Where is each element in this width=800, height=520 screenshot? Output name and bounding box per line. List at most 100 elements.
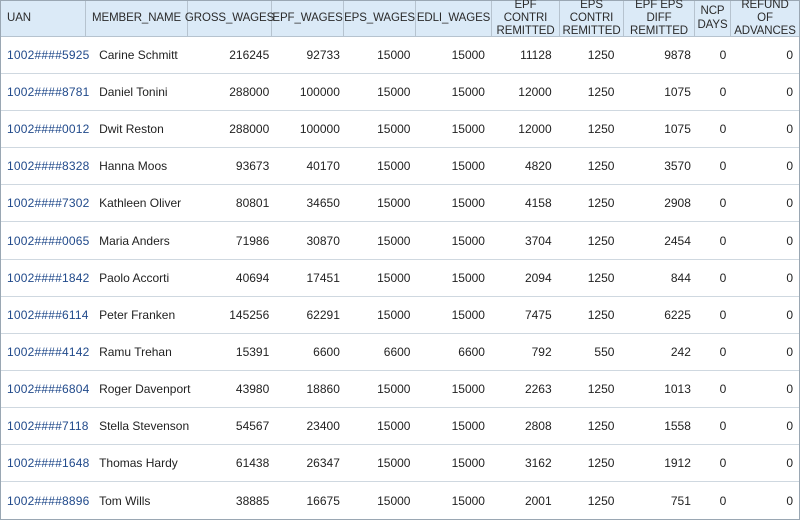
- value-cell: 0: [732, 308, 799, 322]
- value-cell: 15000: [346, 382, 417, 396]
- value-cell: 16675: [275, 494, 346, 508]
- uan-cell[interactable]: 1002####4142: [1, 345, 93, 359]
- table-row: 1002####7302Kathleen Oliver8080134650150…: [1, 185, 799, 222]
- member-name-cell: Roger Davenport: [93, 382, 193, 396]
- member-name-cell: Carine Schmitt: [93, 48, 193, 62]
- value-cell: 1250: [558, 419, 621, 433]
- uan-cell[interactable]: 1002####7302: [1, 196, 93, 210]
- value-cell: 15000: [346, 196, 417, 210]
- value-cell: 1075: [620, 85, 696, 99]
- uan-cell[interactable]: 1002####5925: [1, 48, 93, 62]
- uan-cell[interactable]: 1002####8781: [1, 85, 93, 99]
- epf-ecr-table: UAN MEMBER_NAME GROSS_WAGES EPF_WAGES EP…: [0, 0, 800, 520]
- value-cell: 1250: [558, 48, 621, 62]
- member-name-cell: Paolo Accorti: [93, 271, 193, 285]
- value-cell: 1250: [558, 234, 621, 248]
- col-header-epf-contri[interactable]: EPF CONTRI REMITTED: [492, 1, 560, 36]
- uan-cell[interactable]: 1002####6114: [1, 308, 93, 322]
- uan-cell[interactable]: 1002####8328: [1, 159, 93, 173]
- value-cell: 2808: [491, 419, 558, 433]
- uan-cell[interactable]: 1002####1842: [1, 271, 93, 285]
- col-header-refund[interactable]: REFUND OF ADVANCES: [731, 1, 799, 36]
- value-cell: 26347: [275, 456, 346, 470]
- value-cell: 0: [732, 494, 799, 508]
- member-name-cell: Daniel Tonini: [93, 85, 193, 99]
- value-cell: 0: [732, 196, 799, 210]
- value-cell: 0: [697, 159, 732, 173]
- col-header-epf-wages[interactable]: EPF_WAGES: [272, 1, 344, 36]
- value-cell: 15000: [416, 308, 491, 322]
- col-header-member-name[interactable]: MEMBER_NAME: [86, 1, 188, 36]
- value-cell: 62291: [275, 308, 346, 322]
- uan-cell[interactable]: 1002####8896: [1, 494, 93, 508]
- value-cell: 0: [697, 122, 732, 136]
- value-cell: 550: [558, 345, 621, 359]
- uan-cell[interactable]: 1002####6804: [1, 382, 93, 396]
- value-cell: 2094: [491, 271, 558, 285]
- value-cell: 40170: [275, 159, 346, 173]
- col-header-uan[interactable]: UAN: [1, 1, 86, 36]
- value-cell: 1075: [620, 122, 696, 136]
- table-header-row: UAN MEMBER_NAME GROSS_WAGES EPF_WAGES EP…: [1, 1, 799, 37]
- col-header-edli-wages[interactable]: EDLI_WAGES: [416, 1, 492, 36]
- value-cell: 0: [697, 345, 732, 359]
- table-row: 1002####8896Tom Wills3888516675150001500…: [1, 482, 799, 519]
- value-cell: 17451: [275, 271, 346, 285]
- member-name-cell: Maria Anders: [93, 234, 193, 248]
- col-header-gross-wages[interactable]: GROSS_WAGES: [188, 1, 272, 36]
- value-cell: 15000: [346, 48, 417, 62]
- table-row: 1002####0012Dwit Reston28800010000015000…: [1, 111, 799, 148]
- member-name-cell: Ramu Trehan: [93, 345, 193, 359]
- table-body: 1002####5925Carine Schmitt21624592733150…: [1, 37, 799, 519]
- value-cell: 34650: [275, 196, 346, 210]
- value-cell: 0: [732, 234, 799, 248]
- table-row: 1002####6114Peter Franken145256622911500…: [1, 297, 799, 334]
- value-cell: 15000: [346, 308, 417, 322]
- value-cell: 1250: [558, 85, 621, 99]
- value-cell: 1250: [558, 382, 621, 396]
- table-row: 1002####5925Carine Schmitt21624592733150…: [1, 37, 799, 74]
- value-cell: 0: [732, 345, 799, 359]
- value-cell: 1250: [558, 159, 621, 173]
- table-row: 1002####6804Roger Davenport4398018860150…: [1, 371, 799, 408]
- value-cell: 15000: [416, 159, 491, 173]
- member-name-cell: Stella Stevenson: [93, 419, 193, 433]
- value-cell: 15000: [416, 494, 491, 508]
- uan-cell[interactable]: 1002####1648: [1, 456, 93, 470]
- value-cell: 15000: [346, 85, 417, 99]
- value-cell: 15000: [346, 456, 417, 470]
- value-cell: 2001: [491, 494, 558, 508]
- value-cell: 1558: [620, 419, 696, 433]
- value-cell: 0: [697, 196, 732, 210]
- value-cell: 15000: [416, 382, 491, 396]
- col-header-ncp[interactable]: NCP DAYS: [695, 1, 731, 36]
- table-row: 1002####8328Hanna Moos936734017015000150…: [1, 148, 799, 185]
- value-cell: 12000: [491, 85, 558, 99]
- value-cell: 54567: [193, 419, 275, 433]
- value-cell: 0: [732, 85, 799, 99]
- col-header-diff[interactable]: EPF EPS DIFF REMITTED: [624, 1, 695, 36]
- value-cell: 0: [732, 48, 799, 62]
- value-cell: 80801: [193, 196, 275, 210]
- uan-cell[interactable]: 1002####0065: [1, 234, 93, 248]
- col-header-eps-contri[interactable]: EPS CONTRI REMITTED: [560, 1, 624, 36]
- value-cell: 6600: [416, 345, 491, 359]
- value-cell: 100000: [275, 85, 346, 99]
- value-cell: 15000: [346, 159, 417, 173]
- value-cell: 15000: [416, 85, 491, 99]
- value-cell: 15000: [416, 456, 491, 470]
- value-cell: 0: [697, 419, 732, 433]
- value-cell: 12000: [491, 122, 558, 136]
- value-cell: 71986: [193, 234, 275, 248]
- table-row: 1002####0065Maria Anders7198630870150001…: [1, 222, 799, 259]
- value-cell: 0: [732, 122, 799, 136]
- value-cell: 4158: [491, 196, 558, 210]
- value-cell: 2454: [620, 234, 696, 248]
- value-cell: 15000: [346, 419, 417, 433]
- col-header-eps-wages[interactable]: EPS_WAGES: [344, 1, 416, 36]
- value-cell: 1250: [558, 308, 621, 322]
- uan-cell[interactable]: 1002####7118: [1, 419, 93, 433]
- value-cell: 61438: [193, 456, 275, 470]
- uan-cell[interactable]: 1002####0012: [1, 122, 93, 136]
- value-cell: 0: [732, 271, 799, 285]
